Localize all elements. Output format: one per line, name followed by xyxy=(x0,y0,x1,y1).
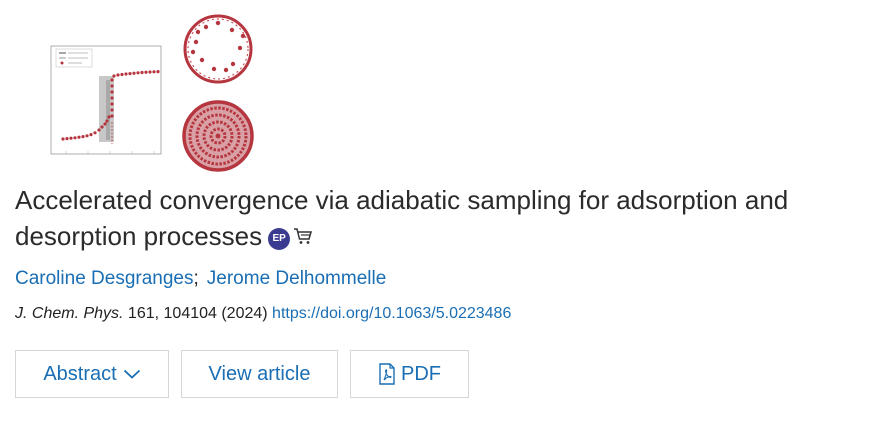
graphical-abstract-image xyxy=(50,14,254,172)
article-title[interactable]: Accelerated convergence via adiabatic sa… xyxy=(15,182,855,254)
article-title-text[interactable]: Accelerated convergence via adiabatic sa… xyxy=(15,185,788,251)
cart-icon[interactable] xyxy=(293,218,313,254)
author-list: Caroline Desgranges; Jerome Delhommelle xyxy=(15,268,386,290)
author-link[interactable]: Jerome Delhommelle xyxy=(207,268,387,289)
abstract-toggle-button[interactable]: Abstract xyxy=(15,350,169,398)
doi-link[interactable]: https://doi.org/10.1063/5.0223486 xyxy=(272,305,511,322)
view-article-button[interactable]: View article xyxy=(181,350,338,398)
pdf-button[interactable]: PDF xyxy=(350,350,469,398)
chevron-down-icon xyxy=(123,368,141,380)
citation-details: 161, 104104 (2024) xyxy=(123,305,273,322)
journal-name: J. Chem. Phys. xyxy=(15,305,124,322)
view-article-label: View article xyxy=(208,362,311,385)
author-separator: ; xyxy=(193,268,199,289)
pdf-button-label: PDF xyxy=(401,362,441,385)
ep-badge-icon: EP xyxy=(268,228,291,250)
citation-line: J. Chem. Phys. 161, 104104 (2024) https:… xyxy=(15,305,511,323)
author-link[interactable]: Caroline Desgranges xyxy=(15,268,194,289)
pdf-icon xyxy=(378,363,396,385)
abstract-button-label: Abstract xyxy=(43,362,117,385)
